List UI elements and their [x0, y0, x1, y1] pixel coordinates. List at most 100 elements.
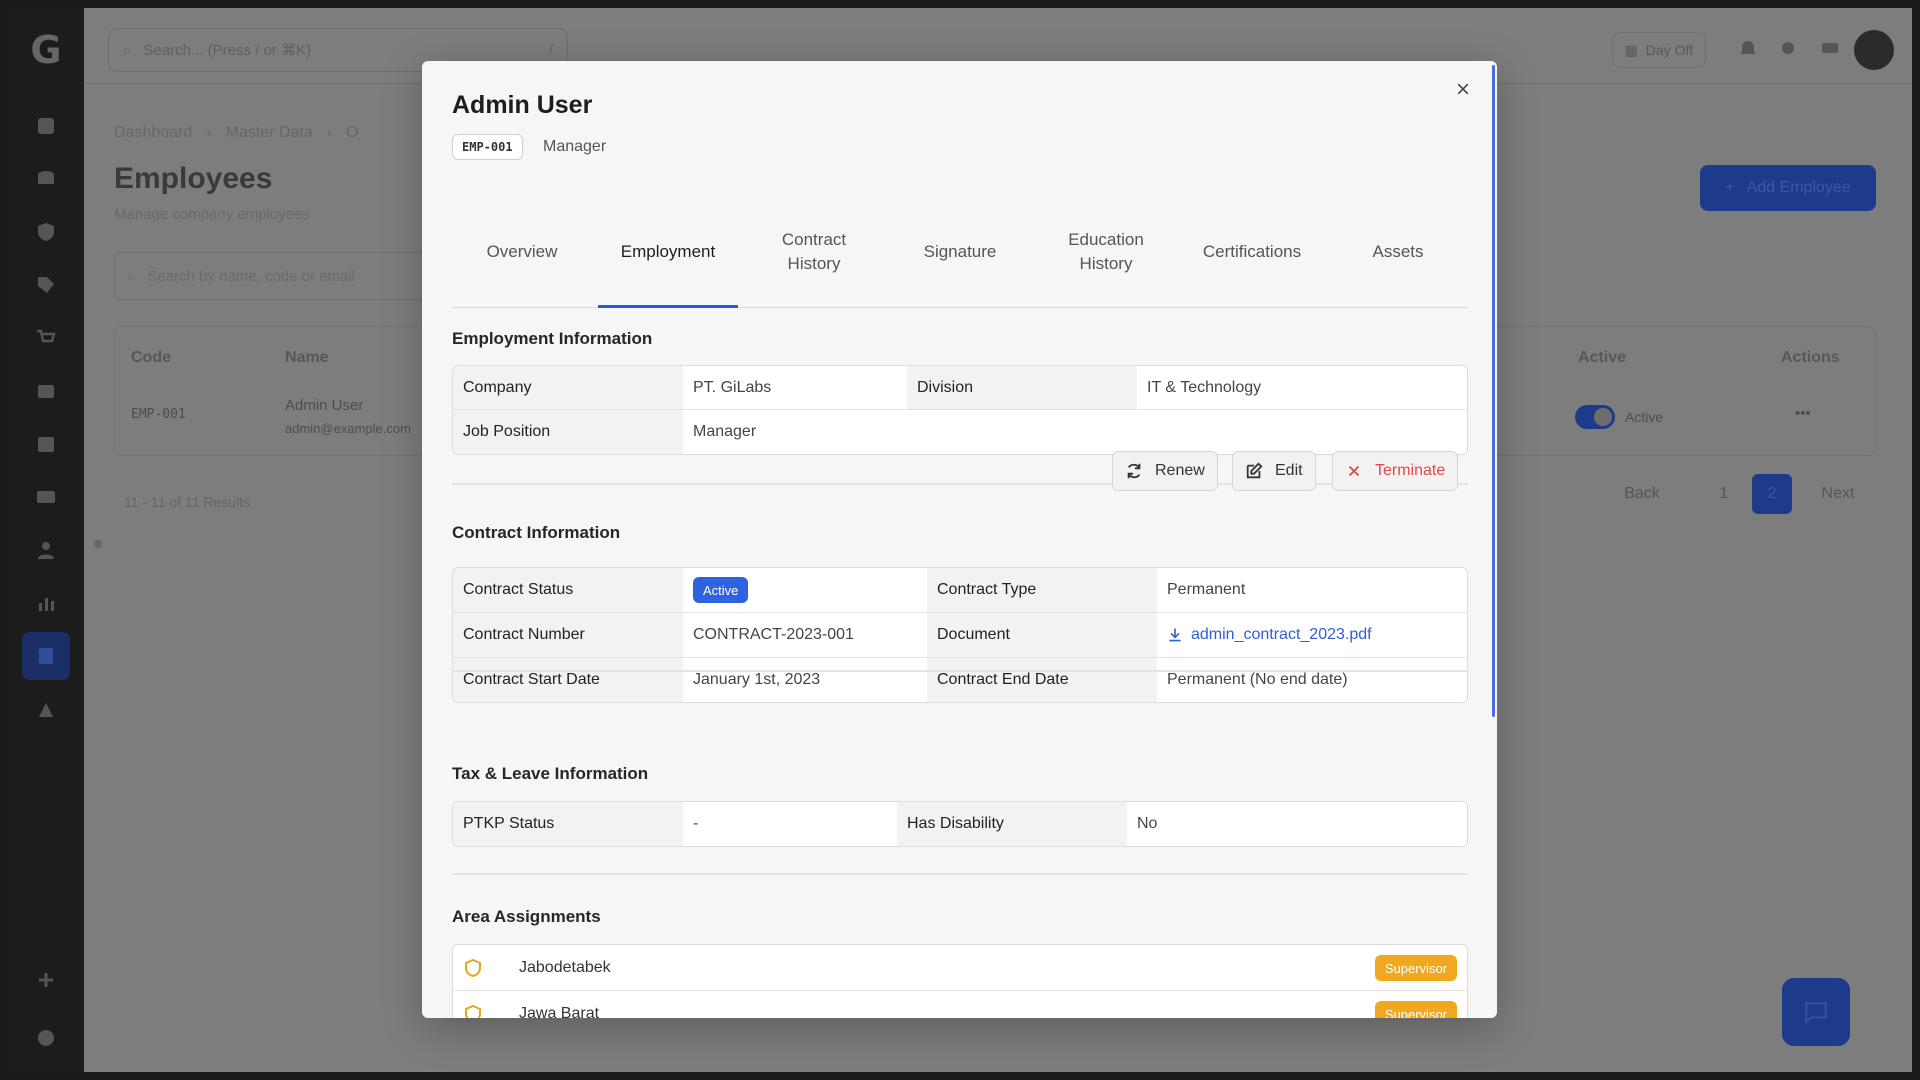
- column-header-code[interactable]: Code: [131, 349, 171, 367]
- contract-number-value: CONTRACT-2023-001: [693, 626, 854, 643]
- section-divider: [452, 873, 1468, 875]
- sidebar-settings-icon[interactable]: [32, 696, 60, 724]
- sidebar-cart-icon[interactable]: [32, 324, 60, 352]
- language-icon[interactable]: [1820, 38, 1842, 60]
- global-search-placeholder: Search... (Press / or ⌘K): [143, 42, 311, 59]
- terminate-button[interactable]: Terminate: [1332, 451, 1459, 491]
- search-icon: ⌕: [123, 41, 132, 59]
- document-link[interactable]: admin_contract_2023.pdf: [1167, 626, 1372, 644]
- results-count: 11 - 11 of 11 Results: [124, 494, 251, 510]
- sidebar-chart-icon[interactable]: [32, 589, 60, 617]
- sidebar-calendar-icon[interactable]: [32, 430, 60, 458]
- terminate-label: Terminate: [1375, 462, 1446, 479]
- sidebar-add-icon[interactable]: [32, 966, 60, 994]
- column-header-active[interactable]: Active: [1578, 349, 1626, 367]
- x-icon: [1348, 465, 1360, 477]
- renew-label: Renew: [1155, 462, 1205, 479]
- section-title-employment: Employment Information: [452, 329, 653, 348]
- contract-end-label: Contract End Date: [927, 658, 1157, 702]
- breadcrumb-dashboard[interactable]: Dashboard: [114, 124, 192, 142]
- avatar[interactable]: [1854, 30, 1894, 70]
- section-title-tax: Tax & Leave Information: [452, 764, 649, 783]
- edit-icon: [1246, 462, 1263, 479]
- sidebar-box-icon[interactable]: [32, 377, 60, 405]
- company-label: Company: [453, 366, 683, 409]
- sidebar-tag-icon[interactable]: [32, 271, 60, 299]
- theme-icon[interactable]: [1778, 38, 1800, 60]
- sidebar: G: [8, 8, 84, 1072]
- modal-title: Admin User: [452, 91, 593, 119]
- sidebar-employees-icon[interactable]: [22, 632, 70, 680]
- contract-start-label: Contract Start Date: [453, 658, 683, 702]
- status-badge: Active: [693, 577, 749, 603]
- modal-scrollbar[interactable]: [1492, 65, 1495, 717]
- tab-certifications[interactable]: Certifications: [1182, 197, 1322, 307]
- sidebar-dashboard-icon[interactable]: [32, 112, 60, 140]
- employee-detail-modal: Admin User EMP-001 Manager Overview Empl…: [422, 61, 1497, 1018]
- tab-education-history[interactable]: Education History: [1036, 197, 1176, 307]
- sidebar-shield-icon[interactable]: [32, 218, 60, 246]
- contract-status-label: Contract Status: [453, 568, 683, 612]
- shield-icon: [465, 958, 481, 978]
- area-role-badge: Supervisor: [1374, 1001, 1457, 1018]
- column-header-actions: Actions: [1781, 349, 1840, 366]
- company-value: PT. GiLabs: [693, 378, 772, 396]
- column-header-name[interactable]: Name: [285, 349, 329, 367]
- section-title-contract: Contract Information: [452, 523, 621, 542]
- employee-role: Manager: [543, 138, 607, 155]
- shield-icon: [465, 1004, 481, 1018]
- job-position-value: Manager: [693, 423, 757, 440]
- add-employee-button[interactable]: + Add Employee: [1700, 165, 1876, 211]
- pager-page-1[interactable]: 1: [1704, 474, 1744, 514]
- search-icon: ⌕: [127, 267, 136, 285]
- page-subtitle: Manage company employees: [114, 206, 310, 223]
- has-disability-label: Has Disability: [897, 802, 1127, 846]
- grid-row: PTKP Status - Has Disability No: [453, 802, 1467, 846]
- refresh-icon: [1127, 463, 1141, 479]
- active-toggle[interactable]: [1575, 405, 1615, 429]
- grid-row: Contract Start Date January 1st, 2023 Co…: [453, 658, 1467, 702]
- employee-search-input[interactable]: ⌕ Search by name, code or email: [114, 252, 434, 300]
- edit-button[interactable]: Edit: [1232, 451, 1316, 491]
- search-shortcut: /: [549, 41, 553, 57]
- document-filename: admin_contract_2023.pdf: [1191, 626, 1372, 643]
- day-off-label: Day Off: [1645, 42, 1693, 58]
- sidebar-database-icon[interactable]: [32, 165, 60, 193]
- bell-icon[interactable]: [1738, 38, 1760, 60]
- sidebar-users-icon[interactable]: [32, 536, 60, 564]
- sidebar-profile-icon[interactable]: [32, 1024, 60, 1052]
- tab-employment[interactable]: Employment: [598, 197, 738, 308]
- day-off-button[interactable]: ▦ Day Off: [1611, 32, 1706, 68]
- grid-row: Job Position Manager: [453, 410, 1467, 454]
- renew-button[interactable]: Renew: [1112, 451, 1218, 491]
- contract-type-value: Permanent: [1167, 581, 1246, 598]
- has-disability-value: No: [1137, 815, 1158, 832]
- sidebar-collapse-handle[interactable]: [94, 540, 102, 548]
- tab-contract-history[interactable]: Contract History: [744, 197, 884, 307]
- modal-tabs: Overview Employment Contract History Sig…: [452, 197, 1468, 308]
- grid-row: Contract Number CONTRACT-2023-001 Docume…: [453, 613, 1467, 658]
- tab-signature[interactable]: Signature: [890, 197, 1030, 307]
- pager-next[interactable]: Next: [1798, 474, 1878, 514]
- edit-label: Edit: [1275, 462, 1303, 479]
- breadcrumb-org[interactable]: O: [346, 124, 358, 142]
- tab-assets[interactable]: Assets: [1328, 197, 1468, 307]
- ptkp-status-label: PTKP Status: [453, 802, 683, 846]
- job-position-label: Job Position: [453, 410, 683, 454]
- row-actions-icon[interactable]: •••: [1795, 405, 1811, 422]
- document-label: Document: [927, 613, 1157, 657]
- tab-overview[interactable]: Overview: [452, 197, 592, 307]
- download-icon: [1169, 628, 1181, 642]
- sidebar-card-icon[interactable]: [32, 483, 60, 511]
- employment-info-grid: Company PT. GiLabs Division IT & Technol…: [452, 365, 1468, 455]
- chat-button[interactable]: [1782, 978, 1850, 1046]
- division-label: Division: [907, 366, 1137, 409]
- row-name: Admin User: [285, 397, 364, 414]
- pager-back[interactable]: Back: [1594, 474, 1690, 514]
- area-name: Jabodetabek: [519, 958, 611, 976]
- breadcrumb: Dashboard › Master Data › O: [114, 124, 359, 142]
- breadcrumb-master-data[interactable]: Master Data: [226, 124, 313, 142]
- contract-start-value: January 1st, 2023: [693, 671, 821, 688]
- pager-page-2[interactable]: 2: [1752, 474, 1792, 514]
- contract-type-label: Contract Type: [927, 568, 1157, 612]
